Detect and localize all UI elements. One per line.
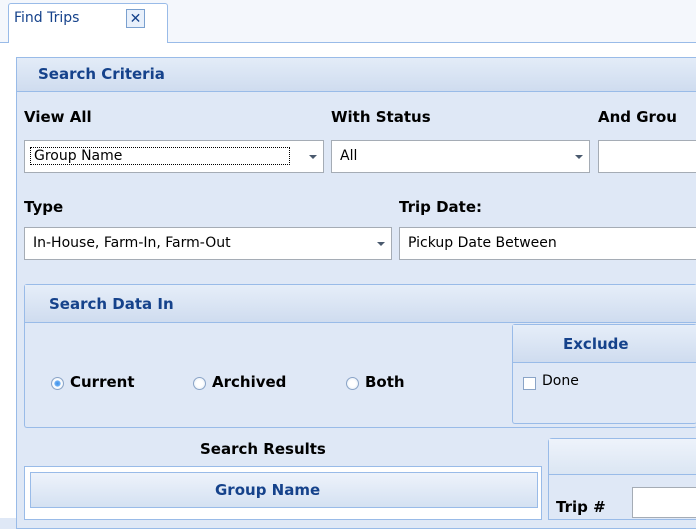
trip-details-header [549, 439, 696, 475]
radio-both-icon[interactable] [346, 377, 359, 390]
radio-both-label: Both [365, 373, 405, 391]
search-results-title: Search Results [200, 440, 326, 458]
search-data-in-title: Search Data In [49, 295, 174, 313]
close-icon[interactable]: ✕ [126, 9, 145, 28]
search-criteria-title: Search Criteria [38, 65, 165, 83]
trip-number-label: Trip # [556, 498, 606, 516]
and-group-dropdown[interactable] [598, 140, 696, 173]
exclude-title: Exclude [563, 335, 629, 353]
with-status-dropdown[interactable]: All [331, 140, 590, 173]
type-dropdown[interactable]: In-House, Farm-In, Farm-Out [24, 227, 392, 260]
trip-date-dropdown[interactable]: Pickup Date Between [399, 227, 696, 260]
tab-find-trips-label: Find Trips [14, 10, 80, 26]
view-all-label: View All [24, 108, 92, 126]
chevron-down-icon[interactable] [567, 141, 590, 172]
radio-archived-label: Archived [212, 373, 287, 391]
type-label: Type [24, 198, 64, 216]
radio-current-label: Current [70, 373, 135, 391]
with-status-label: With Status [331, 108, 431, 126]
checkbox-icon[interactable] [523, 377, 536, 390]
view-all-dropdown[interactable]: Group Name [24, 140, 324, 173]
type-value: In-House, Farm-In, Farm-Out [33, 235, 231, 251]
trip-number-input[interactable] [632, 487, 696, 518]
trip-date-label: Trip Date: [399, 198, 482, 216]
column-header-label: Group Name [215, 481, 321, 499]
view-all-value: Group Name [30, 147, 290, 165]
with-status-value: All [340, 148, 358, 164]
chevron-down-icon[interactable] [301, 141, 324, 172]
radio-archived-icon[interactable] [193, 377, 206, 390]
and-group-label: And Grou [598, 108, 677, 126]
trip-date-value: Pickup Date Between [408, 235, 557, 251]
column-header-group-name[interactable]: Group Name [30, 472, 538, 508]
radio-current-icon[interactable] [51, 377, 64, 390]
chevron-down-icon[interactable] [369, 228, 392, 259]
exclude-done-label: Done [542, 373, 579, 389]
